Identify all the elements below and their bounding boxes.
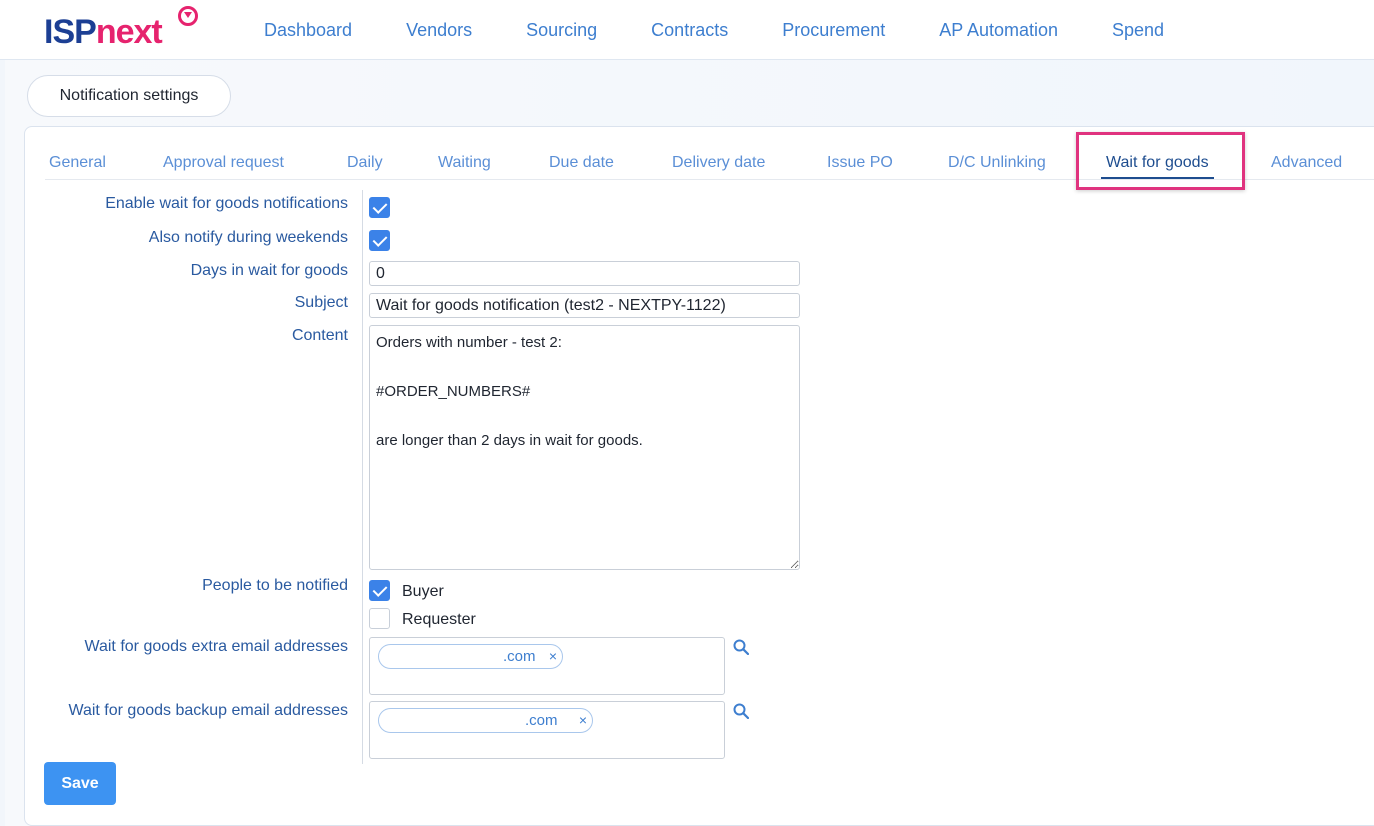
nav-dashboard[interactable]: Dashboard (264, 20, 352, 41)
tab-waiting[interactable]: Waiting (438, 147, 491, 179)
buyer-checkbox[interactable] (369, 580, 390, 601)
logo-next-text: next (95, 13, 163, 51)
backup-email-tag-text: .com (525, 712, 558, 729)
tab-delivery-date[interactable]: Delivery date (672, 147, 765, 179)
nav-sourcing[interactable]: Sourcing (526, 20, 597, 41)
extra-email-tag: .com × (378, 644, 563, 669)
requester-label: Requester (402, 611, 476, 628)
nav-contracts[interactable]: Contracts (651, 20, 728, 41)
backup-email-tag: .com × (378, 708, 593, 733)
nav-spend[interactable]: Spend (1112, 20, 1164, 41)
days-input[interactable] (369, 261, 800, 286)
top-navigation-bar: ISP next Dashboard Vendors Sourcing Contr… (0, 0, 1374, 60)
nav-ap-automation[interactable]: AP Automation (939, 20, 1058, 41)
people-label: People to be notified (202, 577, 348, 594)
tab-advanced[interactable]: Advanced (1271, 147, 1342, 179)
backup-email-label: Wait for goods backup email addresses (68, 702, 348, 719)
backup-email-remove-icon[interactable]: × (579, 709, 587, 732)
extra-email-input[interactable]: .com × (369, 637, 725, 695)
logo-isp-text: ISP (44, 13, 97, 51)
backup-email-input[interactable]: .com × (369, 701, 725, 759)
nav-vendors[interactable]: Vendors (406, 20, 472, 41)
weekends-checkbox[interactable] (369, 230, 390, 251)
requester-checkbox[interactable] (369, 608, 390, 629)
enable-checkbox[interactable] (369, 197, 390, 218)
content-textarea[interactable]: Orders with number - test 2: #ORDER_NUMB… (369, 325, 800, 570)
logo-mark-icon (178, 6, 198, 26)
weekends-label: Also notify during weekends (148, 229, 348, 246)
subject-input[interactable] (369, 293, 800, 318)
main-nav: Dashboard Vendors Sourcing Contracts Pro… (264, 0, 1218, 60)
extra-email-tag-text: .com (503, 648, 536, 665)
ispnext-logo[interactable]: ISP next (44, 6, 198, 52)
buyer-label: Buyer (402, 583, 444, 600)
extra-email-remove-icon[interactable]: × (549, 645, 557, 668)
content-label: Content (291, 327, 348, 344)
page-title: Notification settings (27, 75, 231, 117)
tab-daily[interactable]: Daily (347, 147, 383, 179)
tab-general[interactable]: General (49, 147, 106, 179)
tab-due-date[interactable]: Due date (549, 147, 614, 179)
extra-email-search-icon[interactable] (733, 639, 749, 655)
subject-label: Subject (294, 294, 348, 311)
form-divider (362, 190, 363, 764)
days-label: Days in wait for goods (190, 262, 348, 279)
backup-email-search-icon[interactable] (733, 703, 749, 719)
enable-label: Enable wait for goods notifications (105, 195, 348, 212)
tab-issue-po[interactable]: Issue PO (827, 147, 893, 179)
nav-procurement[interactable]: Procurement (782, 20, 885, 41)
extra-email-label: Wait for goods extra email addresses (84, 638, 348, 655)
save-button[interactable]: Save (44, 762, 116, 805)
tab-approval-request[interactable]: Approval request (163, 147, 284, 179)
tab-dc-unlinking[interactable]: D/C Unlinking (948, 147, 1046, 179)
active-tab-highlight (1076, 132, 1245, 190)
